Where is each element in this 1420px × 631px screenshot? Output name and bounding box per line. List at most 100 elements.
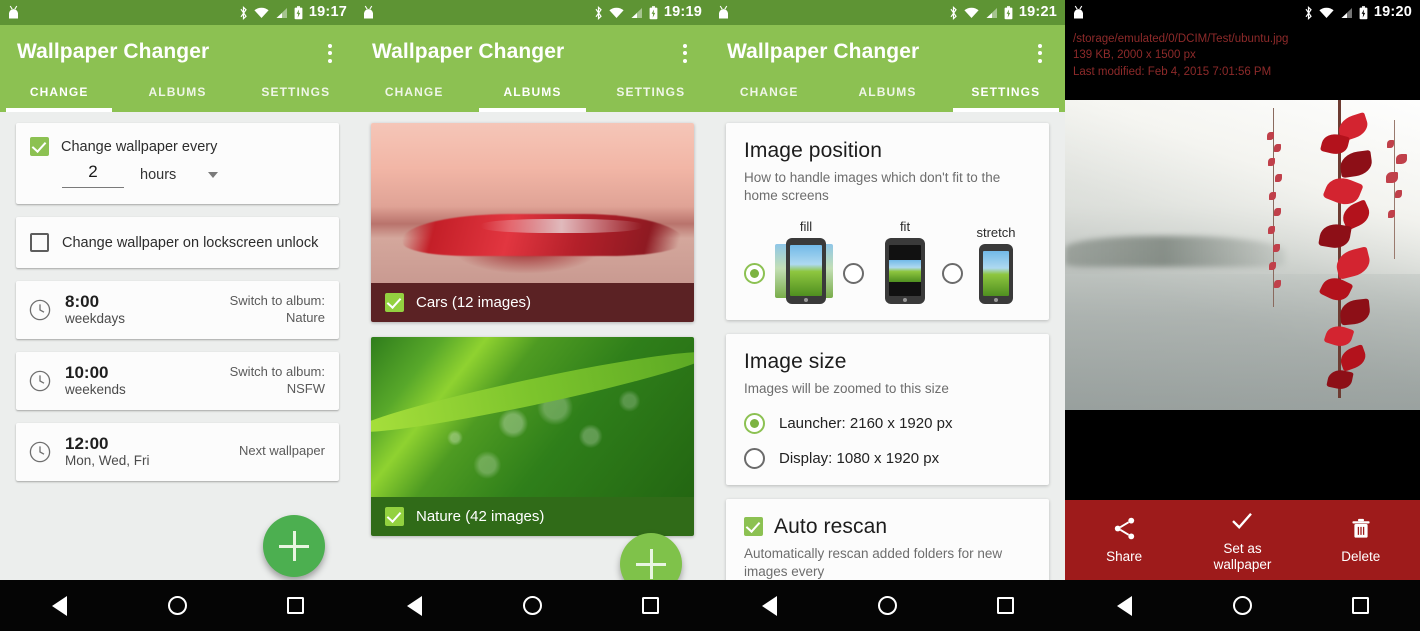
- status-bar-left-icons: [7, 5, 20, 20]
- option-stretch[interactable]: stretch: [967, 225, 1025, 305]
- tab-albums[interactable]: ALBUMS: [828, 82, 946, 112]
- wallpaper-photo[interactable]: [1065, 100, 1420, 410]
- interval-unit-label[interactable]: hours: [140, 167, 176, 183]
- clock-icon: [29, 370, 51, 392]
- nav-home-button[interactable]: [473, 596, 591, 615]
- auto-rescan-title: Auto rescan: [774, 514, 888, 538]
- radio-stretch[interactable]: [942, 263, 963, 285]
- option-fill[interactable]: fill: [769, 219, 843, 305]
- album-checkbox[interactable]: [385, 507, 404, 526]
- battery-charging-icon: [649, 5, 658, 19]
- lockscreen-row[interactable]: Change wallpaper on lockscreen unlock: [16, 217, 339, 268]
- schedule-row[interactable]: 8:00 weekdays Switch to album: Nature: [16, 281, 339, 339]
- fit-preview-icon: [885, 238, 925, 305]
- cell-signal-icon: [1341, 7, 1352, 18]
- overflow-menu-icon[interactable]: [1029, 39, 1051, 67]
- tab-albums[interactable]: ALBUMS: [118, 82, 236, 112]
- status-time: 19:19: [663, 4, 702, 21]
- status-time: 19:21: [1018, 4, 1057, 21]
- interval-label: Change wallpaper every: [61, 138, 218, 155]
- android-debug-icon: [719, 5, 728, 19]
- album-checkbox[interactable]: [385, 293, 404, 312]
- image-position-title: Image position: [744, 139, 882, 162]
- overflow-menu-icon[interactable]: [319, 39, 341, 67]
- tab-bar-3: CHANGE ALBUMS SETTINGS: [710, 82, 1065, 112]
- delete-button[interactable]: Delete: [1302, 515, 1420, 565]
- schedule-row[interactable]: 12:00 Mon, Wed, Fri Next wallpaper: [16, 423, 339, 481]
- status-bar-1: 19:17: [0, 0, 355, 25]
- nav-home-button[interactable]: [1183, 596, 1301, 615]
- nav-recents-button[interactable]: [947, 597, 1065, 614]
- auto-rescan-header[interactable]: Auto rescan: [744, 515, 1031, 539]
- vine-main: [1318, 100, 1380, 410]
- tab-label: ALBUMS: [148, 85, 207, 99]
- album-label-bar[interactable]: Cars (12 images): [371, 283, 694, 322]
- image-size-option-display[interactable]: Display: 1080 x 1920 px: [744, 447, 1031, 469]
- image-viewer[interactable]: /storage/emulated/0/DCIM/Test/ubuntu.jpg…: [1065, 25, 1420, 580]
- recents-icon: [1352, 597, 1370, 614]
- schedule-card[interactable]: 10:00 weekends Switch to album: NSFW: [16, 351, 339, 410]
- status-bar-4: 19:20: [1065, 0, 1420, 25]
- chevron-down-icon[interactable]: [208, 172, 219, 178]
- tab-change[interactable]: CHANGE: [710, 82, 828, 112]
- nav-back-button[interactable]: [0, 595, 118, 616]
- battery-charging-icon: [1004, 5, 1013, 19]
- nav-home-button[interactable]: [118, 596, 236, 615]
- fill-preview-icon: [775, 238, 837, 305]
- back-icon: [406, 595, 422, 616]
- interval-header-row[interactable]: Change wallpaper every: [16, 123, 339, 158]
- schedule-days: weekdays: [65, 311, 126, 327]
- album-thumbnail-nature: [371, 337, 694, 497]
- file-size-dimensions: 139 KB, 2000 x 1500 px: [1073, 49, 1196, 62]
- add-schedule-fab[interactable]: [263, 515, 325, 577]
- tab-settings[interactable]: SETTINGS: [237, 82, 355, 112]
- nav-recents-button[interactable]: [237, 597, 355, 614]
- share-icon: [1114, 517, 1134, 540]
- album-card[interactable]: Cars (12 images): [371, 123, 694, 322]
- interval-checkbox[interactable]: [30, 137, 49, 156]
- share-label: Share: [1106, 549, 1143, 565]
- wifi-icon: [254, 7, 269, 18]
- overflow-menu-icon[interactable]: [674, 39, 696, 67]
- option-fit[interactable]: fit: [868, 219, 942, 305]
- image-position-card: Image position How to handle images whic…: [726, 123, 1049, 321]
- trash-icon: [1352, 518, 1370, 538]
- tab-change[interactable]: CHANGE: [0, 82, 118, 112]
- schedule-card[interactable]: 12:00 Mon, Wed, Fri Next wallpaper: [16, 422, 339, 481]
- nav-recents-button[interactable]: [1302, 597, 1420, 614]
- tab-settings[interactable]: SETTINGS: [592, 82, 710, 112]
- tab-change[interactable]: CHANGE: [355, 82, 473, 112]
- share-button[interactable]: Share: [1065, 515, 1183, 565]
- bluetooth-icon: [240, 5, 247, 20]
- lockscreen-label: Change wallpaper on lockscreen unlock: [62, 234, 319, 251]
- nav-back-button[interactable]: [1065, 595, 1183, 616]
- nav-back-button[interactable]: [355, 595, 473, 616]
- tab-settings[interactable]: SETTINGS: [947, 82, 1065, 112]
- plus-icon: [279, 531, 309, 561]
- nav-recents-button[interactable]: [592, 597, 710, 614]
- radio-fit[interactable]: [843, 263, 864, 285]
- schedule-row[interactable]: 10:00 weekends Switch to album: NSFW: [16, 352, 339, 410]
- radio-fill[interactable]: [744, 263, 765, 285]
- album-card[interactable]: Nature (42 images): [371, 337, 694, 536]
- radio-display[interactable]: [744, 447, 765, 469]
- lockscreen-card[interactable]: Change wallpaper on lockscreen unlock: [16, 217, 339, 268]
- album-label-bar[interactable]: Nature (42 images): [371, 497, 694, 536]
- lockscreen-checkbox[interactable]: [30, 233, 49, 252]
- set-as-wallpaper-button[interactable]: Set as wallpaper: [1183, 507, 1301, 573]
- interval-value-input[interactable]: 2: [62, 162, 124, 188]
- screenshot-strip: 19:17 Wallpaper Changer CHANGE ALBUMS SE…: [0, 0, 1420, 631]
- auto-rescan-checkbox[interactable]: [744, 517, 763, 537]
- image-size-option-launcher[interactable]: Launcher: 2160 x 1920 px: [744, 412, 1031, 434]
- schedule-card[interactable]: 8:00 weekdays Switch to album: Nature: [16, 281, 339, 339]
- panel-albums: 19:19 Wallpaper Changer CHANGE ALBUMS SE…: [355, 0, 710, 631]
- tab-label: CHANGE: [739, 85, 799, 99]
- vine-thin-left: [1265, 108, 1291, 410]
- nav-back-button[interactable]: [710, 595, 828, 616]
- home-icon: [522, 596, 542, 615]
- app-bar-3: Wallpaper Changer: [710, 25, 1065, 82]
- radio-launcher[interactable]: [744, 412, 765, 434]
- tab-albums[interactable]: ALBUMS: [473, 82, 591, 112]
- nav-home-button[interactable]: [828, 596, 946, 615]
- schedule-action: Switch to album: Nature: [230, 293, 325, 327]
